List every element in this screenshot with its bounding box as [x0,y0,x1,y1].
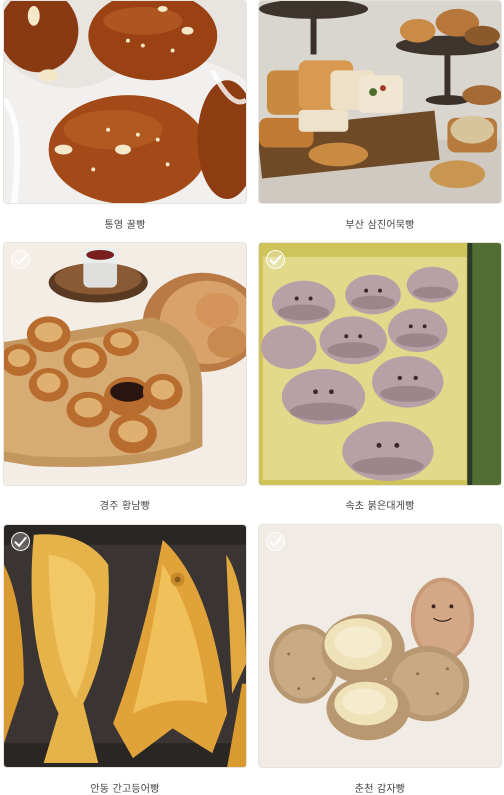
check-circle-icon[interactable] [11,250,30,269]
product-image[interactable] [3,0,247,204]
potato-bread-photo [259,525,501,767]
product-card[interactable]: 경주 황남빵 [3,242,247,512]
check-circle-icon[interactable] [266,250,285,269]
product-image[interactable] [258,0,502,204]
check-circle-icon[interactable] [11,532,30,551]
product-name: 속초 붉은대게빵 [345,501,415,512]
product-name: 춘천 감자빵 [354,784,406,795]
hwangnam-bread-photo [4,243,246,485]
product-image[interactable] [3,524,247,768]
product-card[interactable]: 부산 삼진어묵빵 [258,0,502,231]
product-image[interactable] [3,242,247,486]
check-circle-icon[interactable] [266,532,285,551]
product-card[interactable]: 속초 붉은대게빵 [258,242,502,512]
product-name: 부산 삼진어묵빵 [345,220,415,231]
product-name: 안동 간고등어빵 [90,784,160,795]
product-card[interactable]: 통영 꿀빵 [3,0,247,231]
product-image[interactable] [258,242,502,486]
honey-bread-photo [4,1,246,203]
product-name: 경주 황남빵 [99,501,151,512]
fishcake-bread-photo [259,1,501,203]
mackerel-bread-photo [4,525,246,767]
red-crab-bread-photo [259,243,501,485]
product-image[interactable] [258,524,502,768]
product-grid: 통영 꿀빵 부산 삼진어묵빵 경주 황남빵 속초 붉은대게빵 안동 간고등어빵 … [0,0,504,795]
product-name: 통영 꿀빵 [104,220,146,231]
product-card[interactable]: 춘천 감자빵 [258,524,502,795]
product-card[interactable]: 안동 간고등어빵 [3,524,247,795]
